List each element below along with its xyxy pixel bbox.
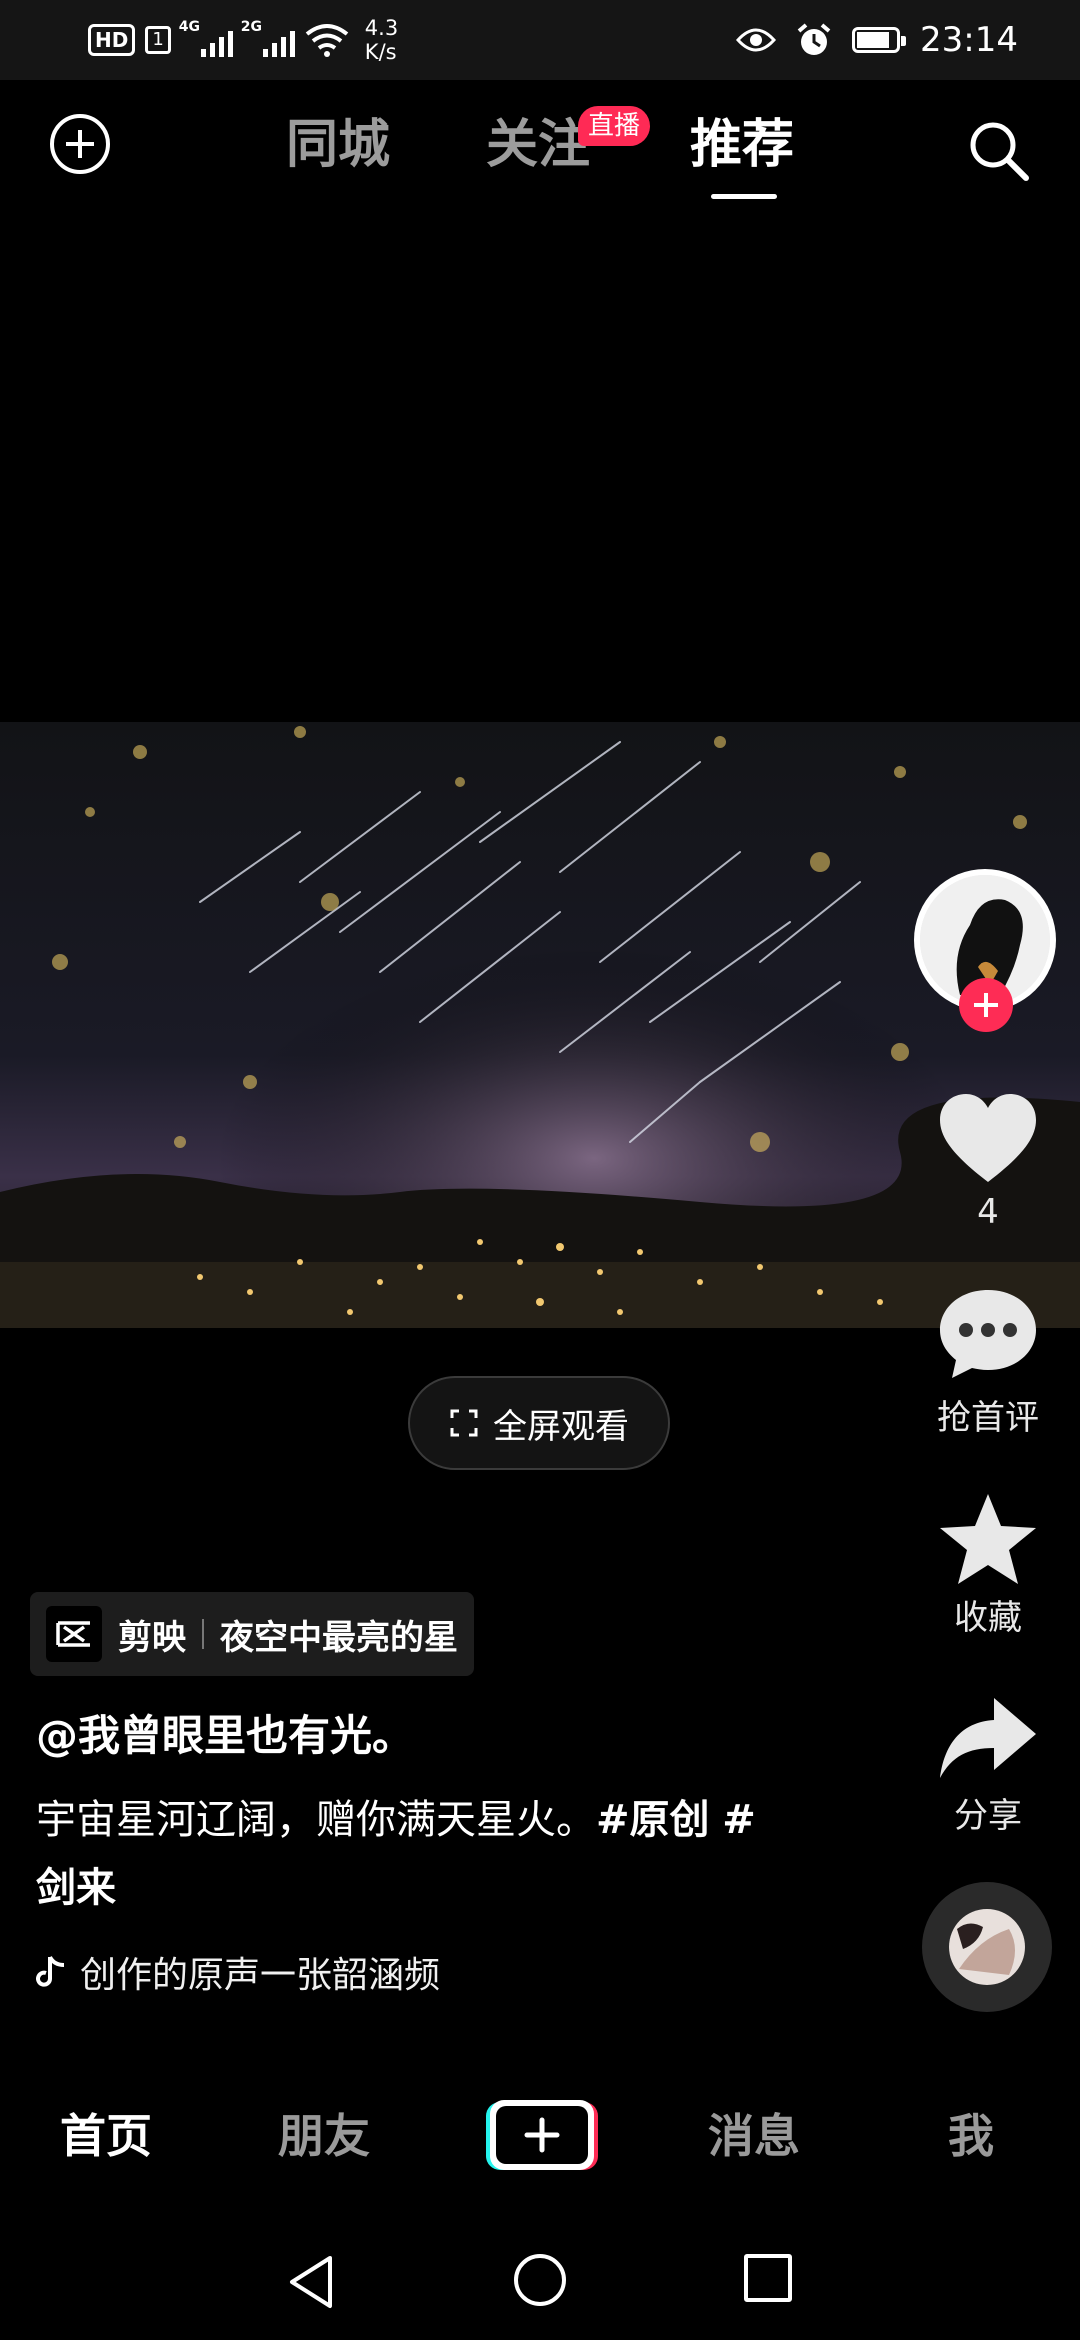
tag-separator [202,1619,204,1649]
capcut-template-name: 夜空中最亮的星 [220,1617,458,1658]
share-label: 分享 [954,1796,1022,1836]
network-type-1: 4G [178,19,201,35]
tab-local[interactable]: 同城 [286,112,390,178]
system-back-icon[interactable] [286,2254,336,2310]
favorite-label: 收藏 [954,1598,1022,1638]
create-button[interactable] [484,2096,598,2174]
status-left: HD 1 4G 2G 4.3 K/s [88,14,398,66]
nav-home[interactable]: 首页 [60,2106,152,2166]
battery-icon [852,27,907,53]
star-icon[interactable] [934,1490,1042,1590]
wifi-icon [305,24,349,57]
follow-button[interactable] [959,978,1013,1032]
system-home-icon[interactable] [514,2254,566,2306]
video-frame-starry-night [0,722,1080,1328]
nav-me[interactable]: 我 [948,2106,994,2166]
search-icon[interactable] [966,118,1030,182]
heart-icon[interactable] [934,1090,1042,1190]
live-badge: 直播 [578,106,651,146]
author-name[interactable]: @我曾眼里也有光。 [36,1702,414,1763]
video-caption: 宇宙星河辽阔，赠你满天星火。#原创 #剑来 [36,1786,776,1922]
nav-friends[interactable]: 朋友 [278,2106,370,2166]
music-cover [949,1909,1025,1985]
video-player[interactable] [0,722,1080,1328]
nav-messages[interactable]: 消息 [708,2106,800,2166]
speed-value: 4.3 [364,16,399,40]
hashtag-original[interactable]: #原创 [596,1797,710,1843]
music-note-icon [36,1956,65,1987]
speed-unit: K/s [364,40,397,64]
alarm-icon [797,23,831,55]
tab-following[interactable]: 关注 [486,112,590,178]
like-count: 4 [977,1192,999,1232]
battery-level [857,32,890,48]
fullscreen-label: 全屏观看 [493,1406,629,1447]
network-speed: 4.3 K/s [365,16,398,64]
clock: 23:14 [920,20,1018,60]
hd-indicator: HD [88,24,136,56]
music-info[interactable]: 创作的原声一张韶涵频 [36,1946,440,1998]
add-icon[interactable] [50,114,110,174]
status-right: 23:14 [736,14,1018,66]
sim-indicator: 1 [145,26,171,54]
share-icon[interactable] [934,1690,1042,1790]
music-disc[interactable] [922,1882,1052,2012]
eye-icon [736,28,777,52]
comment-icon[interactable] [934,1284,1042,1384]
signal-icon-1: 4G [179,19,233,57]
capcut-template-tag[interactable]: 剪映 夜空中最亮的星 [30,1592,474,1676]
music-title: 创作的原声一张韶涵频 [80,1955,441,1996]
system-recents-icon[interactable] [744,2254,792,2302]
active-tab-indicator [711,194,777,199]
network-type-2: 2G [240,19,263,35]
caption-text: 宇宙星河辽阔，赠你满天星火。 [36,1797,596,1843]
signal-icon-2: 2G [241,19,295,57]
tab-recommend[interactable]: 推荐 [690,112,794,178]
fullscreen-button[interactable]: 全屏观看 [408,1376,670,1470]
comment-label: 抢首评 [937,1398,1039,1438]
capcut-icon [46,1606,102,1662]
capcut-app-name: 剪映 [118,1617,186,1658]
fullscreen-icon [450,1409,478,1437]
